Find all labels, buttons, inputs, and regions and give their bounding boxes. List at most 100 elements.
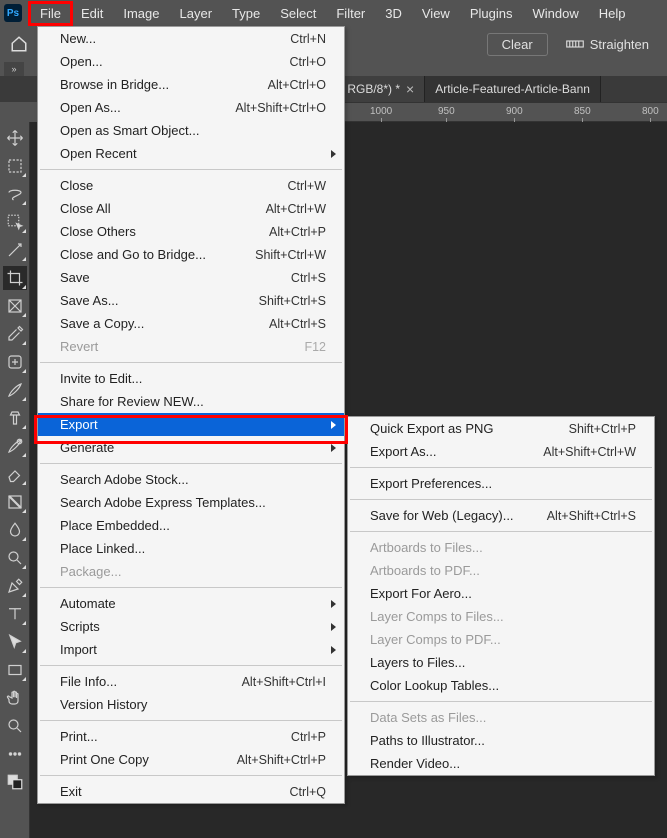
tool-hand[interactable]: [3, 686, 27, 710]
file-menu-item-automate[interactable]: Automate: [38, 592, 344, 615]
submenu-arrow-icon: [331, 646, 336, 654]
menu-plugins[interactable]: Plugins: [460, 3, 523, 24]
menu-item-label: Save a Copy...: [60, 316, 269, 331]
menu-file[interactable]: File: [30, 3, 71, 24]
tool-foreground-background[interactable]: [3, 770, 27, 794]
ruler-tick: 850: [574, 106, 591, 117]
menu-item-shortcut: Alt+Shift+Ctrl+O: [235, 101, 326, 115]
tool-eraser[interactable]: [3, 462, 27, 486]
tool-clone[interactable]: [3, 406, 27, 430]
menu-type[interactable]: Type: [222, 3, 270, 24]
file-menu-item-browse-in-bridge[interactable]: Browse in Bridge...Alt+Ctrl+O: [38, 73, 344, 96]
file-menu-item-place-embedded[interactable]: Place Embedded...: [38, 514, 344, 537]
file-menu-item-open-recent[interactable]: Open Recent: [38, 142, 344, 165]
file-menu-item-save[interactable]: SaveCtrl+S: [38, 266, 344, 289]
menu-item-label: Open As...: [60, 100, 235, 115]
file-menu-item-scripts[interactable]: Scripts: [38, 615, 344, 638]
export-menu-item-export-for-aero[interactable]: Export For Aero...: [348, 582, 654, 605]
file-menu-item-search-adobe-stock[interactable]: Search Adobe Stock...: [38, 468, 344, 491]
export-menu-item-export-as[interactable]: Export As...Alt+Shift+Ctrl+W: [348, 440, 654, 463]
menu-help[interactable]: Help: [589, 3, 636, 24]
tool-gradient[interactable]: [3, 490, 27, 514]
ruler-tick: 1000: [370, 106, 392, 117]
tool-rectangle[interactable]: [3, 658, 27, 682]
menu-window[interactable]: Window: [522, 3, 588, 24]
straighten-button[interactable]: Straighten: [566, 37, 649, 52]
tool-pen[interactable]: [3, 574, 27, 598]
tool-edit-toolbar[interactable]: [3, 742, 27, 766]
export-menu-item-render-video[interactable]: Render Video...: [348, 752, 654, 775]
tool-object-select[interactable]: [3, 210, 27, 234]
panel-expand-icon[interactable]: »: [4, 62, 24, 76]
export-menu-separator: [350, 499, 652, 500]
menu-filter[interactable]: Filter: [326, 3, 375, 24]
close-icon[interactable]: ×: [406, 81, 414, 97]
tool-move[interactable]: [3, 126, 27, 150]
file-menu-item-import[interactable]: Import: [38, 638, 344, 661]
file-menu-item-print-one-copy[interactable]: Print One CopyAlt+Shift+Ctrl+P: [38, 748, 344, 771]
file-menu-item-exit[interactable]: ExitCtrl+Q: [38, 780, 344, 803]
export-menu-item-save-for-web-legacy[interactable]: Save for Web (Legacy)...Alt+Shift+Ctrl+S: [348, 504, 654, 527]
export-menu-item-layer-comps-to-pdf: Layer Comps to PDF...: [348, 628, 654, 651]
file-menu-item-close[interactable]: CloseCtrl+W: [38, 174, 344, 197]
file-menu-item-search-adobe-express-templates[interactable]: Search Adobe Express Templates...: [38, 491, 344, 514]
file-menu-item-package: Package...: [38, 560, 344, 583]
file-menu-item-file-info[interactable]: File Info...Alt+Shift+Ctrl+I: [38, 670, 344, 693]
file-menu-item-invite-to-edit[interactable]: Invite to Edit...: [38, 367, 344, 390]
file-menu-item-close-others[interactable]: Close OthersAlt+Ctrl+P: [38, 220, 344, 243]
tool-marquee[interactable]: [3, 154, 27, 178]
file-menu-item-close-and-go-to-bridge[interactable]: Close and Go to Bridge...Shift+Ctrl+W: [38, 243, 344, 266]
menu-item-label: Import: [60, 642, 326, 657]
file-menu-item-print[interactable]: Print...Ctrl+P: [38, 725, 344, 748]
tool-path-select[interactable]: [3, 630, 27, 654]
tool-eyedropper[interactable]: [3, 322, 27, 346]
menu-item-label: Open as Smart Object...: [60, 123, 326, 138]
menu-item-label: Close: [60, 178, 287, 193]
tool-zoom[interactable]: [3, 714, 27, 738]
menu-item-shortcut: Ctrl+N: [290, 32, 326, 46]
file-menu-item-share-for-review-new[interactable]: Share for Review NEW...: [38, 390, 344, 413]
file-menu-item-save-a-copy[interactable]: Save a Copy...Alt+Ctrl+S: [38, 312, 344, 335]
file-menu-item-new[interactable]: New...Ctrl+N: [38, 27, 344, 50]
move-icon: [6, 129, 24, 147]
menu-3d[interactable]: 3D: [375, 3, 412, 24]
file-menu-item-version-history[interactable]: Version History: [38, 693, 344, 716]
document-tab[interactable]: Article-Featured-Article-Bann: [425, 76, 601, 102]
export-menu-item-layers-to-files[interactable]: Layers to Files...: [348, 651, 654, 674]
menu-item-label: Print One Copy: [60, 752, 237, 767]
tool-magic-wand[interactable]: [3, 238, 27, 262]
menu-image[interactable]: Image: [113, 3, 169, 24]
clear-button[interactable]: Clear: [487, 33, 548, 56]
menu-item-label: Layer Comps to Files...: [370, 609, 636, 624]
tool-type[interactable]: [3, 602, 27, 626]
menu-view[interactable]: View: [412, 3, 460, 24]
tool-brush[interactable]: [3, 378, 27, 402]
menu-item-shortcut: Shift+Ctrl+P: [569, 422, 636, 436]
file-menu-item-close-all[interactable]: Close AllAlt+Ctrl+W: [38, 197, 344, 220]
tool-blur[interactable]: [3, 518, 27, 542]
export-menu-item-color-lookup-tables[interactable]: Color Lookup Tables...: [348, 674, 654, 697]
tool-dodge[interactable]: [3, 546, 27, 570]
file-menu-item-open-as-smart-object[interactable]: Open as Smart Object...: [38, 119, 344, 142]
menu-edit[interactable]: Edit: [71, 3, 113, 24]
tool-crop[interactable]: [3, 266, 27, 290]
tool-healing[interactable]: [3, 350, 27, 374]
tool-lasso[interactable]: [3, 182, 27, 206]
tool-history-brush[interactable]: [3, 434, 27, 458]
file-menu-item-export[interactable]: Export: [38, 413, 344, 436]
export-menu-item-quick-export-as-png[interactable]: Quick Export as PNGShift+Ctrl+P: [348, 417, 654, 440]
menu-layer[interactable]: Layer: [170, 3, 223, 24]
file-menu-item-generate[interactable]: Generate: [38, 436, 344, 459]
file-menu-item-open[interactable]: Open...Ctrl+O: [38, 50, 344, 73]
home-icon[interactable]: [8, 33, 30, 55]
menu-item-label: Artboards to PDF...: [370, 563, 636, 578]
menu-select[interactable]: Select: [270, 3, 326, 24]
file-menu-item-open-as[interactable]: Open As...Alt+Shift+Ctrl+O: [38, 96, 344, 119]
tool-frame[interactable]: [3, 294, 27, 318]
file-menu-item-save-as[interactable]: Save As...Shift+Ctrl+S: [38, 289, 344, 312]
export-menu-item-paths-to-illustrator[interactable]: Paths to Illustrator...: [348, 729, 654, 752]
file-menu-item-place-linked[interactable]: Place Linked...: [38, 537, 344, 560]
menu-item-shortcut: Alt+Ctrl+S: [269, 317, 326, 331]
export-menu-item-export-preferences[interactable]: Export Preferences...: [348, 472, 654, 495]
export-menu-item-artboards-to-pdf: Artboards to PDF...: [348, 559, 654, 582]
